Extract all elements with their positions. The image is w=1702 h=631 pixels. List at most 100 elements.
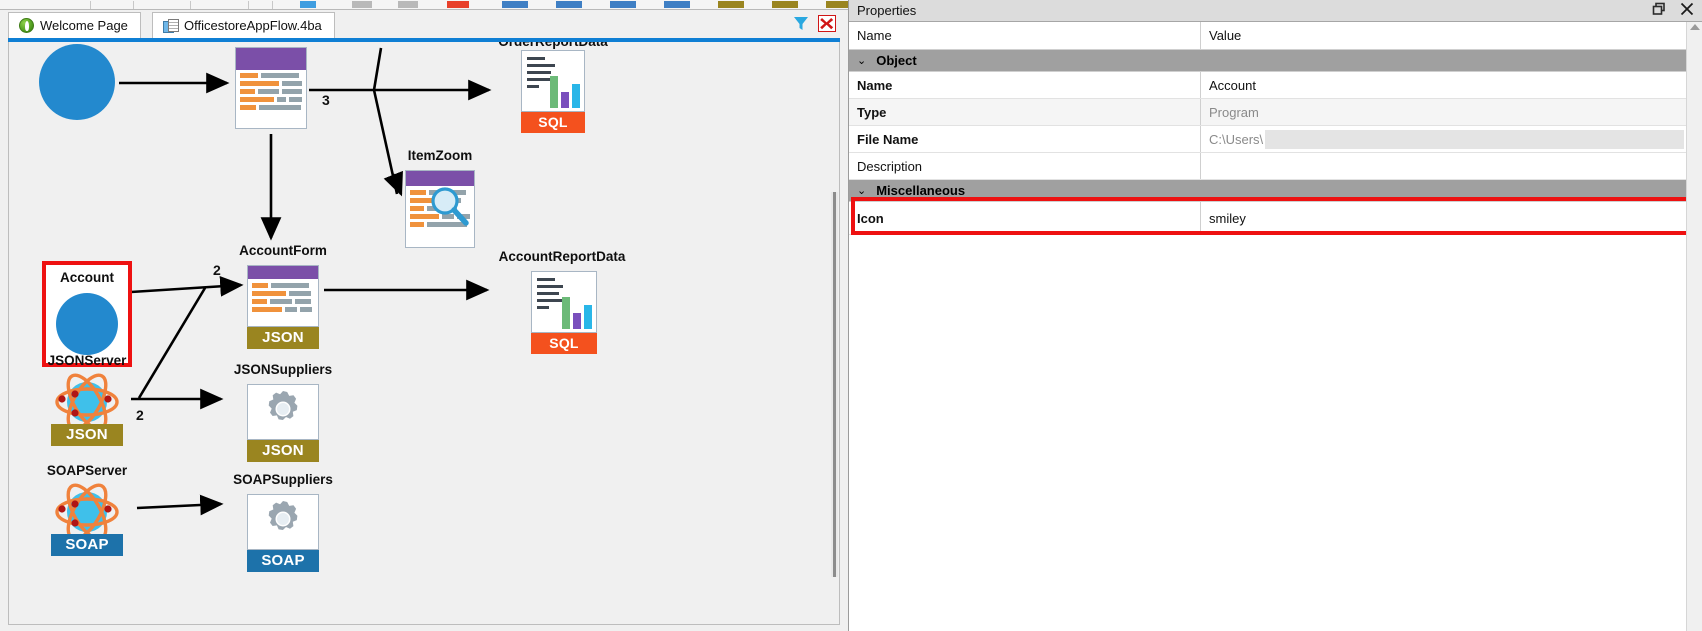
canvas-vertical-scrollbar[interactable]: [831, 192, 838, 577]
column-header-name[interactable]: Name: [849, 22, 1201, 49]
node-order-report-data[interactable]: OrderReportData SQL: [498, 42, 608, 136]
node-label: ItemZoom: [407, 148, 473, 163]
toolbar-icon[interactable]: [300, 1, 316, 8]
diagram-connectors: [119, 47, 492, 516]
filter-funnel-icon[interactable]: [792, 15, 810, 32]
properties-title-bar: Properties: [849, 0, 1702, 22]
close-panel-icon[interactable]: [1680, 2, 1696, 18]
property-value[interactable]: Account: [1201, 72, 1702, 98]
node-label: Account: [60, 270, 114, 285]
property-row-type[interactable]: Type Program: [849, 99, 1702, 126]
form-icon: [235, 47, 307, 129]
node-label: OrderReportData: [498, 42, 608, 49]
server-atom-icon: [55, 373, 119, 431]
node-account-report-data[interactable]: AccountReportData SQL: [487, 249, 637, 369]
program-circle-icon: [56, 293, 118, 355]
toolbar-strip[interactable]: [0, 0, 848, 10]
table-icon[interactable]: [556, 1, 582, 8]
property-value: C:\Users\: [1209, 131, 1264, 147]
edge-label-2-accountform: 2: [213, 262, 221, 278]
node-program-top[interactable]: [39, 44, 115, 120]
tab-label: OfficestoreAppFlow.4ba: [184, 18, 322, 33]
toolbar-icon[interactable]: [398, 1, 418, 8]
gear-node: [247, 494, 319, 550]
property-row-file-name[interactable]: File Name C:\Users\ ...: [849, 126, 1702, 153]
node-account[interactable]: Account: [42, 261, 132, 367]
badge-soap: SOAP: [247, 550, 319, 572]
form-icon: [247, 265, 319, 327]
node-json-server[interactable]: JSONServer JSON: [45, 353, 129, 459]
flow-file-icon: [163, 18, 179, 33]
gear-icon: [268, 500, 298, 530]
panel-title: Properties: [857, 3, 917, 18]
node-label: AccountForm: [239, 243, 327, 258]
table-icon[interactable]: [664, 1, 690, 8]
property-label: Description: [849, 153, 1201, 179]
tab-officestore-app-flow[interactable]: OfficestoreAppFlow.4ba: [152, 12, 335, 38]
form-icon[interactable]: [718, 1, 744, 8]
property-label: Type: [849, 99, 1201, 125]
scroll-up-arrow-icon[interactable]: [1690, 24, 1700, 30]
badge-sql: SQL: [531, 333, 597, 354]
node-json-suppliers[interactable]: JSONSuppliers JSON: [234, 362, 332, 462]
node-soap-server[interactable]: SOAPServer SOAP: [45, 463, 129, 569]
toolbar-icon[interactable]: [352, 1, 372, 8]
property-value: Program: [1209, 104, 1259, 120]
chevron-down-icon[interactable]: ⌄: [857, 184, 866, 197]
property-value-container[interactable]: C:\Users\ ...: [1201, 126, 1702, 152]
node-label: JSONSuppliers: [233, 362, 333, 377]
node-account-form[interactable]: AccountForm JSON: [239, 243, 327, 365]
report-icon: [521, 50, 585, 112]
properties-panel: Properties Name Value ⌄ Object Name Acco…: [848, 0, 1702, 631]
welcome-globe-icon: [19, 18, 34, 33]
badge-soap: SOAP: [51, 534, 123, 556]
column-header-value[interactable]: Value: [1201, 22, 1702, 49]
editor-tab-bar: Welcome Page OfficestoreAppFlow.4ba: [0, 10, 848, 38]
group-label: Miscellaneous: [876, 183, 966, 198]
node-label: SOAPServer: [46, 463, 128, 478]
property-value[interactable]: smiley: [1201, 202, 1702, 234]
table-icon[interactable]: [502, 1, 528, 8]
node-item-zoom[interactable]: ItemZoom: [403, 148, 477, 252]
node-label: SOAPSuppliers: [233, 472, 333, 487]
badge-json: JSON: [51, 424, 123, 446]
chevron-down-icon[interactable]: ⌄: [857, 54, 866, 67]
restore-window-icon[interactable]: [1652, 2, 1668, 18]
node-label: JSONServer: [47, 353, 127, 368]
node-soap-suppliers[interactable]: SOAPSuppliers SOAP: [233, 472, 333, 572]
badge-json: JSON: [247, 440, 319, 462]
properties-vertical-scrollbar[interactable]: [1686, 22, 1702, 631]
property-label: Icon: [849, 202, 1201, 234]
magnifier-icon: [431, 187, 469, 226]
badge-json: JSON: [247, 327, 319, 349]
gear-node: [247, 384, 319, 440]
property-value[interactable]: [1201, 153, 1702, 179]
property-row-name[interactable]: Name Account: [849, 72, 1702, 99]
pdf-export-icon[interactable]: [447, 1, 469, 8]
editor-pane: Welcome Page OfficestoreAppFlow.4ba 3 2 …: [0, 10, 848, 631]
properties-grid-header: Name Value: [849, 22, 1702, 50]
property-row-icon[interactable]: Icon smiley: [849, 202, 1702, 235]
program-circle-icon: [39, 44, 115, 120]
tab-label: Welcome Page: [40, 18, 128, 33]
property-row-description[interactable]: Description: [849, 153, 1702, 180]
property-group-miscellaneous[interactable]: ⌄ Miscellaneous: [849, 180, 1702, 202]
tab-bar-buttons: [792, 15, 836, 32]
group-label: Object: [876, 53, 917, 68]
property-label: File Name: [849, 126, 1201, 152]
report-icon: [531, 271, 597, 333]
flow-diagram-canvas[interactable]: 3 2 2 SQL ItemZoom Account AccountForm J…: [8, 42, 840, 625]
edge-label-2-jsonserver: 2: [136, 407, 144, 423]
property-label: Name: [849, 72, 1201, 98]
node-label: AccountReportData: [498, 249, 626, 264]
gear-icon: [268, 390, 298, 420]
server-atom-icon: [55, 483, 119, 541]
tab-welcome-page[interactable]: Welcome Page: [8, 12, 141, 38]
table-icon[interactable]: [610, 1, 636, 8]
form-icon[interactable]: [772, 1, 798, 8]
close-tab-icon[interactable]: [818, 15, 836, 32]
node-form-top[interactable]: [235, 47, 307, 129]
value-field-shade[interactable]: [1265, 129, 1684, 149]
property-group-object[interactable]: ⌄ Object: [849, 50, 1702, 72]
form-icon[interactable]: [826, 1, 848, 8]
